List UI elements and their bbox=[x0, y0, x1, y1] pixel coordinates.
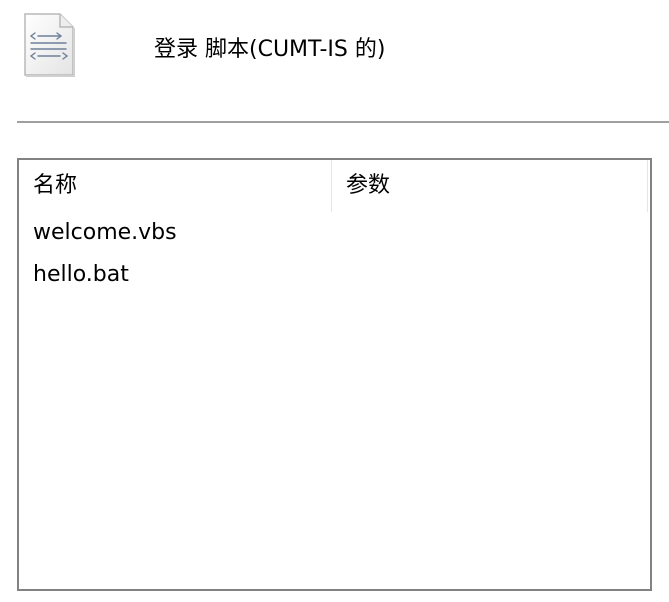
list-rows: welcome.vbs hello.bat bbox=[19, 212, 650, 296]
script-parameters bbox=[332, 212, 648, 254]
header: 登录 脚本(CUMT-IS 的) bbox=[0, 0, 669, 110]
page-title: 登录 脚本(CUMT-IS 的) bbox=[154, 37, 386, 62]
divider bbox=[17, 121, 669, 123]
script-parameters bbox=[332, 254, 648, 296]
column-header-parameters[interactable]: 参数 bbox=[332, 160, 648, 212]
script-name: hello.bat bbox=[33, 262, 129, 287]
login-script-properties-page: 登录 脚本(CUMT-IS 的) 名称 参数 welcome.vbs hello… bbox=[0, 0, 669, 602]
script-file-icon bbox=[22, 12, 76, 78]
column-header-name[interactable]: 名称 bbox=[19, 160, 332, 212]
list-header: 名称 参数 bbox=[19, 160, 650, 212]
list-item[interactable]: welcome.vbs bbox=[19, 212, 650, 254]
scripts-list[interactable]: 名称 参数 welcome.vbs hello.bat bbox=[17, 158, 652, 591]
list-item[interactable]: hello.bat bbox=[19, 254, 650, 296]
script-name: welcome.vbs bbox=[33, 220, 177, 245]
